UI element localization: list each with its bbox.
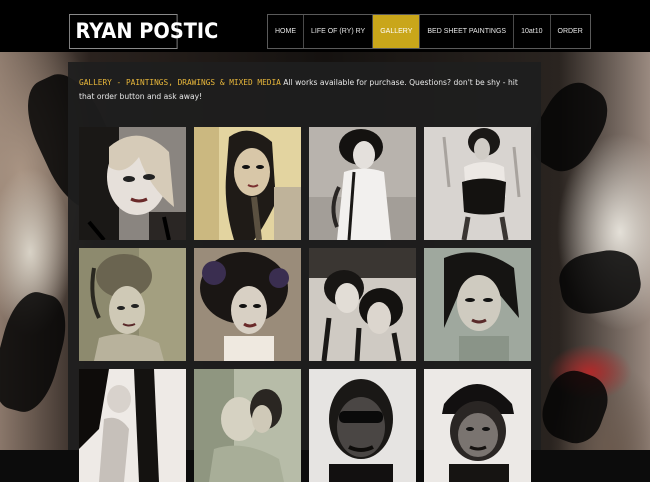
main-nav: HOME LIFE OF (RY) RY GALLERY BED SHEET P… (267, 14, 591, 49)
nav-item-home[interactable]: HOME (268, 15, 304, 48)
gallery-thumbnail-woman-bodice[interactable] (424, 127, 531, 240)
gallery-thumbnail-women-double-portrait[interactable] (309, 248, 416, 361)
gallery-thumbnail-woman-portrait-blonde[interactable] (79, 127, 186, 240)
gallery-grid (79, 127, 531, 482)
gallery-thumbnail-woman-portrait-yellow[interactable] (194, 127, 301, 240)
gallery-thumbnail-man-sunglasses[interactable] (309, 369, 416, 482)
gallery-thumbnail-woman-figure-white[interactable] (309, 127, 416, 240)
gallery-thumbnail-couple-kiss[interactable] (194, 369, 301, 482)
gallery-thumbnail-figure-black-white[interactable] (79, 369, 186, 482)
gallery-thumbnail-woman-portrait-teal[interactable] (424, 248, 531, 361)
gallery-thumbnail-woman-afro-hair[interactable] (194, 248, 301, 361)
gallery-intro: GALLERY - PAINTINGS, DRAWINGS & MIXED ME… (79, 76, 534, 104)
site-logo[interactable]: RYAN POSTIC (69, 14, 218, 49)
nav-item-gallery[interactable]: GALLERY (373, 15, 421, 48)
nav-item-order[interactable]: ORDER (551, 15, 590, 48)
gallery-thumbnail-woman-updo-hair[interactable] (79, 248, 186, 361)
nav-item-bed-sheet-paintings[interactable]: BED SHEET PAINTINGS (420, 15, 515, 48)
gallery-thumbnail-man-cap[interactable] (424, 369, 531, 482)
nav-item-10at10[interactable]: 10at10 (514, 15, 551, 48)
nav-item-life-of-ry-ry[interactable]: LIFE OF (RY) RY (304, 15, 374, 48)
site-header: RYAN POSTIC HOME LIFE OF (RY) RY GALLERY… (0, 0, 650, 52)
gallery-heading: GALLERY - PAINTINGS, DRAWINGS & MIXED ME… (79, 78, 281, 87)
content-panel: GALLERY - PAINTINGS, DRAWINGS & MIXED ME… (68, 62, 541, 482)
